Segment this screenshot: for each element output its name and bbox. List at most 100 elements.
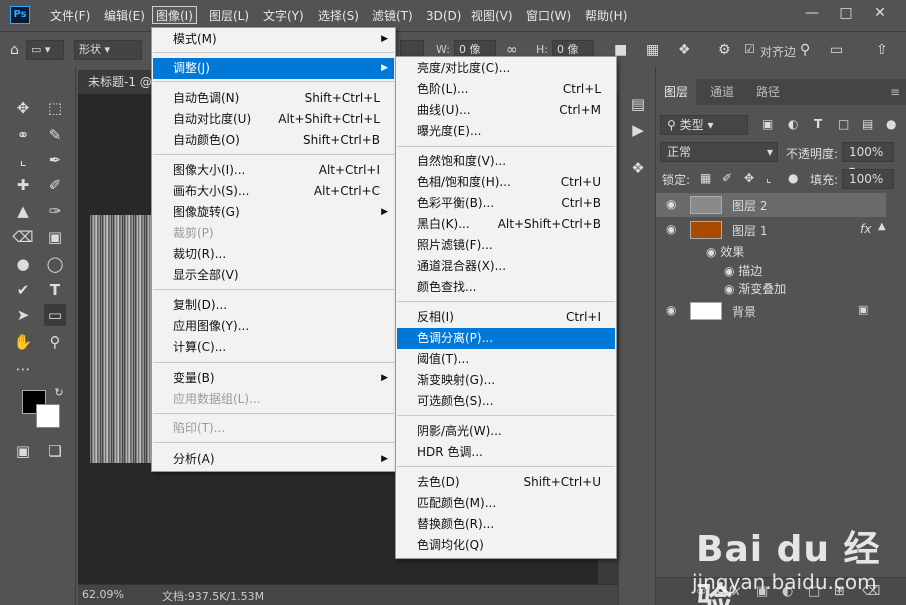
tab-paths[interactable]: 路径 [748,79,788,105]
swap-colors-icon[interactable]: ↻ [48,382,70,404]
menu-window[interactable]: 窗口(W) [523,7,574,25]
fill-field[interactable]: 100% ▾ [842,169,894,204]
quick-mask-icon[interactable]: ▣ [12,440,34,462]
actions-panel-icon[interactable]: ▶ [627,119,649,141]
healing-brush-tool-icon[interactable]: ✚ [12,174,34,196]
menu-item-apply-image[interactable]: 应用图像(Y)... [153,316,394,337]
tool-preset-picker[interactable]: ▭ ▾ [26,40,64,60]
menu-3d[interactable]: 3D(D) [423,7,464,25]
visibility-eye-icon[interactable]: ◉ [666,197,676,211]
filter-type-icon[interactable]: T [814,117,822,131]
effect-gradient-overlay-row[interactable]: ◉ 渐变叠加 [724,280,786,299]
menu-image[interactable]: 图像(I) [152,6,197,24]
menu-item-color-balance[interactable]: 色彩平衡(B)... Ctrl+B [397,193,615,214]
eraser-tool-icon[interactable]: ⌫ [12,226,34,248]
menu-item-threshold[interactable]: 阈值(T)... [397,349,615,370]
menu-item-brightness-contrast[interactable]: 亮度/对比度(C)... [397,58,615,79]
close-icon[interactable]: ✕ [868,4,892,22]
path-select-tool-icon[interactable]: ➤ [12,304,34,326]
marquee-tool-icon[interactable]: ⬚ [44,97,66,119]
menu-item-black-white[interactable]: 黑白(K)... Alt+Shift+Ctrl+B [397,214,615,235]
menu-edit[interactable]: 编辑(E) [101,7,148,25]
type-tool-icon[interactable]: T [44,279,66,301]
menu-select[interactable]: 选择(S) [315,7,362,25]
menu-type[interactable]: 文字(Y) [260,7,307,25]
share-icon[interactable]: ⇧ [876,42,888,58]
history-brush-tool-icon[interactable]: ✑ [44,200,66,222]
visibility-eye-icon[interactable]: ◉ [666,303,676,317]
shape-mode-select[interactable]: 形状 ▾ [74,40,142,60]
menu-item-image-size[interactable]: 图像大小(I)... Alt+Ctrl+I [153,160,394,181]
zoom-level[interactable]: 62.09% [82,588,124,601]
menu-item-duplicate[interactable]: 复制(D)... [153,295,394,316]
lock-artboard-icon[interactable]: ⌞ [766,171,772,185]
pen-tool-icon[interactable]: ✔ [12,279,34,301]
menu-item-reveal-all[interactable]: 显示全部(V) [153,265,394,286]
menu-item-exposure[interactable]: 曝光度(E)... [397,121,615,142]
layer-filter-select[interactable]: ⚲ 类型 ▾ [660,115,748,135]
menu-item-calculations[interactable]: 计算(C)... [153,337,394,358]
menu-item-auto-contrast[interactable]: 自动对比度(U) Alt+Shift+Ctrl+L [153,109,394,130]
menu-layer[interactable]: 图层(L) [206,7,252,25]
menu-item-vibrance[interactable]: 自然饱和度(V)... [397,151,615,172]
path-alignment-icon[interactable]: ▦ [646,42,659,58]
3d-panel-icon[interactable]: ❖ [627,157,649,179]
layer-row[interactable]: ◉ 背景 ▣ [656,299,886,323]
menu-item-analysis[interactable]: 分析(A) ▶ [153,449,394,470]
menu-item-selective-color[interactable]: 可选颜色(S)... [397,391,615,412]
brush-tool-icon[interactable]: ✐ [44,174,66,196]
menu-item-photo-filter[interactable]: 照片滤镜(F)... [397,235,615,256]
menu-item-canvas-size[interactable]: 画布大小(S)... Alt+Ctrl+C [153,181,394,202]
zoom-tool-icon[interactable]: ⚲ [44,331,66,353]
menu-file[interactable]: 文件(F) [47,7,93,25]
filter-adjustment-icon[interactable]: ◐ [788,117,798,131]
menu-item-trim[interactable]: 裁切(R)... [153,244,394,265]
menu-item-auto-tone[interactable]: 自动色调(N) Shift+Ctrl+L [153,88,394,109]
crop-tool-icon[interactable]: ⌞ [12,149,34,171]
dodge-tool-icon[interactable]: ◯ [44,253,66,275]
visibility-eye-icon[interactable]: ◉ [666,222,676,236]
tab-channels[interactable]: 通道 [702,79,742,105]
gear-icon[interactable]: ⚙ [718,42,731,58]
document-tab[interactable]: 未标题-1 @ [78,70,158,94]
menu-item-desaturate[interactable]: 去色(D) Shift+Ctrl+U [397,472,615,493]
menu-item-mode[interactable]: 模式(M) ▶ [153,29,394,50]
minimize-icon[interactable]: — [800,4,824,22]
move-tool-icon[interactable]: ✥ [12,97,34,119]
menu-help[interactable]: 帮助(H) [582,7,630,25]
background-color-swatch[interactable] [36,404,60,428]
lasso-tool-icon[interactable]: ⚭ [12,124,34,146]
menu-item-equalize[interactable]: 色调均化(Q) [397,535,615,556]
blur-tool-icon[interactable]: ● [12,253,34,275]
path-arrangement-icon[interactable]: ❖ [678,42,691,58]
screen-mode-icon[interactable]: ❏ [44,440,66,462]
history-panel-icon[interactable]: ▤ [627,93,649,115]
menu-filter[interactable]: 滤镜(T) [369,7,416,25]
filter-toggle-icon[interactable]: ● [886,117,896,131]
filter-shape-icon[interactable]: □ [838,117,849,131]
rectangle-tool-icon[interactable]: ▭ [44,304,66,326]
menu-item-adjustments[interactable]: 调整(J) ▶ [153,58,394,79]
layer-row[interactable]: ◉ 图层 2 [656,193,886,217]
eyedropper-tool-icon[interactable]: ✒ [44,149,66,171]
menu-item-channel-mixer[interactable]: 通道混合器(X)... [397,256,615,277]
menu-item-color-lookup[interactable]: 颜色查找... [397,277,615,298]
gradient-tool-icon[interactable]: ▣ [44,226,66,248]
menu-view[interactable]: 视图(V) [468,7,516,25]
clone-stamp-tool-icon[interactable]: ▲ [12,200,34,222]
menu-item-match-color[interactable]: 匹配颜色(M)... [397,493,615,514]
menu-item-auto-color[interactable]: 自动颜色(O) Shift+Ctrl+B [153,130,394,151]
blend-mode-select[interactable]: 正常 ▾ [660,142,778,162]
menu-item-shadows-highlights[interactable]: 阴影/高光(W)... [397,421,615,442]
menu-item-posterize[interactable]: 色调分离(P)... [397,328,615,349]
search-icon[interactable]: ⚲ [800,42,810,58]
opacity-field[interactable]: 100% ▾ [842,142,894,177]
effect-stroke-row[interactable]: ◉ 描边 [724,262,762,281]
quick-select-tool-icon[interactable]: ✎ [44,124,66,146]
chevron-up-icon[interactable]: ▲ [878,221,886,232]
menu-item-replace-color[interactable]: 替换颜色(R)... [397,514,615,535]
lock-position-icon[interactable]: ✥ [744,171,754,185]
workspace-icon[interactable]: ▭ [830,42,843,58]
hand-tool-icon[interactable]: ✋ [12,331,34,353]
menu-item-levels[interactable]: 色阶(L)... Ctrl+L [397,79,615,100]
